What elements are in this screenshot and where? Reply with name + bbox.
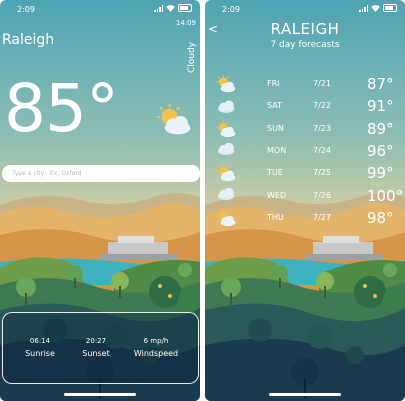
forecast-row: FRI 7/21 87°	[205, 74, 405, 96]
wifi-icon	[166, 4, 175, 12]
forecast-date: 7/27	[313, 212, 331, 222]
forecast-day: MON	[267, 145, 287, 155]
sunset-label: Sunset	[82, 349, 110, 358]
forecast-day: SAT	[267, 101, 282, 111]
forecast-temp: 87°	[367, 75, 394, 93]
forecast-day: SUN	[267, 123, 284, 133]
status-bar-icons	[154, 4, 192, 12]
battery-icon	[383, 4, 397, 12]
forecast-date: 7/26	[313, 190, 331, 200]
status-bar-icons	[359, 4, 397, 12]
forecast-temp: 98°	[367, 208, 394, 227]
current-weather-screen: 2:09 Raleigh 14:09 Cloudy 85° Type a cit…	[0, 0, 200, 401]
wifi-icon	[371, 4, 380, 12]
sun-cloud-icon	[216, 208, 236, 227]
forecast-date: 7/24	[313, 145, 331, 155]
sun-wind-panel: 06:14 Sunrise 20:27 Sunset 6 mp/h Windsp…	[2, 312, 199, 384]
home-indicator[interactable]	[64, 393, 136, 396]
sun-cloud-icon	[156, 104, 192, 136]
forecast-day: FRI	[267, 79, 280, 88]
forecast-date: 7/23	[313, 123, 331, 133]
sun-cloud-icon	[216, 74, 236, 93]
wind-label: Windspeed	[133, 349, 179, 358]
forecast-temp: 99°	[367, 164, 394, 183]
sun-cloud-icon	[216, 163, 236, 182]
forecast-row: WED 7/26 100°	[205, 186, 405, 208]
city-name: Raleigh	[2, 32, 55, 48]
forecast-row: TUE 7/25 99°	[205, 163, 405, 185]
home-indicator[interactable]	[269, 393, 341, 396]
sun-cloud-icon	[216, 118, 236, 138]
forecast-day: TUE	[267, 168, 283, 178]
forecast-row: SUN 7/23 89°	[205, 118, 405, 141]
forecast-day: THU	[267, 212, 284, 222]
wind-info: 6 mp/h Windspeed	[123, 337, 189, 358]
city-search-input[interactable]: Type a city : Ex: Oxford	[2, 165, 200, 182]
forecast-date: 7/22	[313, 101, 331, 111]
forecast-temp: 100°	[367, 186, 404, 205]
forecast-subtitle: 7 day forecasts	[270, 40, 340, 50]
forecast-date: 7/25	[313, 168, 331, 178]
rain-cloud-icon	[217, 186, 235, 204]
sunset-value: 20:27	[85, 337, 107, 345]
signal-icon	[154, 4, 163, 12]
forecast-city: RALEIGH	[270, 20, 340, 38]
forecast-temp: 91°	[367, 97, 394, 116]
forecast-date: 7/21	[313, 79, 331, 88]
forecast-row: MON 7/24 96°	[205, 141, 405, 163]
current-temperature: 85°	[4, 70, 119, 147]
forecast-row: THU 7/27 98°	[205, 208, 405, 230]
status-bar-time: 2:09	[222, 5, 240, 14]
battery-icon	[178, 4, 192, 12]
local-clock: 14:09	[175, 19, 196, 27]
sunset-info: 20:27 Sunset	[63, 337, 129, 358]
forecast-day: WED	[267, 190, 287, 200]
forecast-temp: 96°	[367, 141, 394, 160]
status-bar-time: 2:09	[17, 5, 35, 14]
forecast-screen: 2:09 < RALEIGH 7 day forecasts FRI 7/21 87…	[205, 0, 405, 401]
forecast-temp: 89°	[367, 119, 394, 138]
weather-condition: Cloudy	[187, 42, 197, 74]
wind-value: 6 mp/h	[143, 337, 169, 345]
cloud-icon	[217, 100, 235, 114]
rain-cloud-icon	[217, 142, 235, 159]
signal-icon	[359, 4, 368, 12]
forecast-row: SAT 7/22 91°	[205, 96, 405, 118]
